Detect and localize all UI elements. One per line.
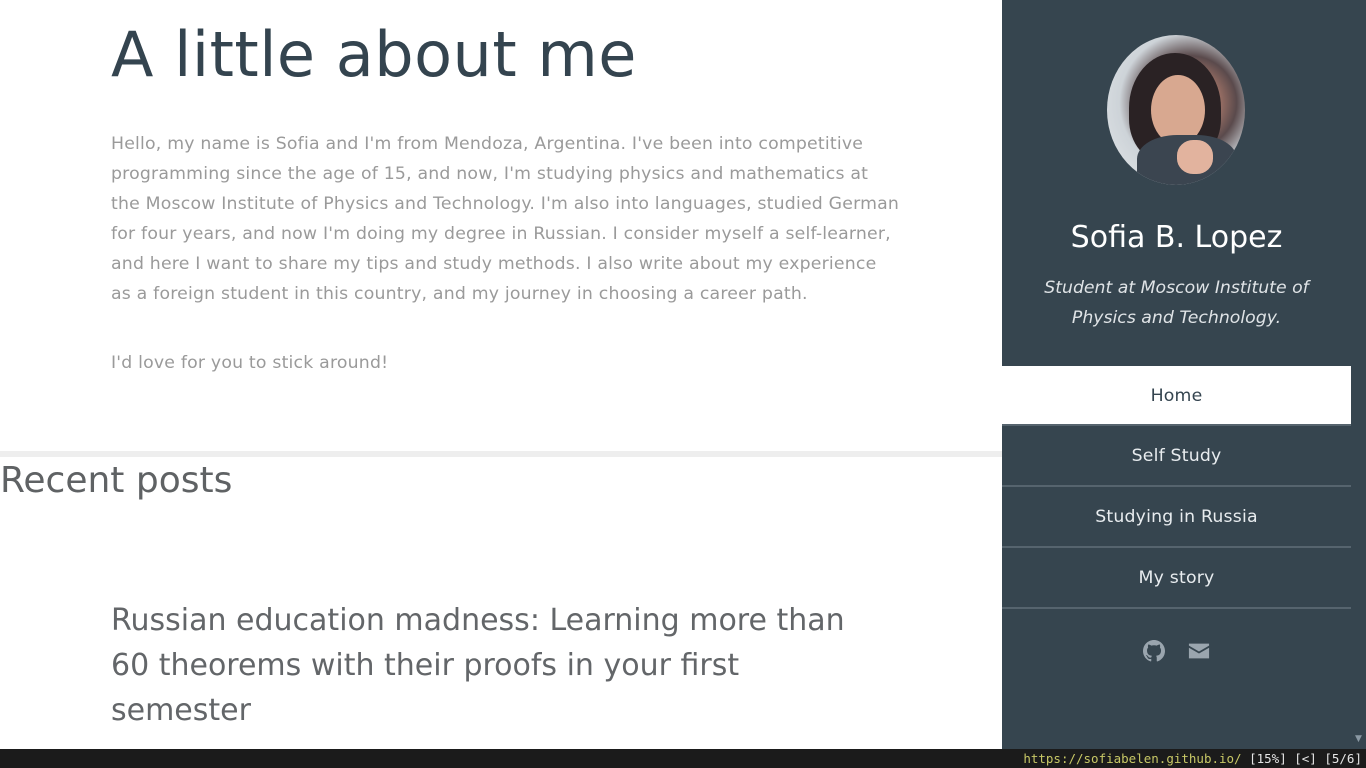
- envelope-icon[interactable]: [1188, 640, 1210, 662]
- avatar: [1107, 35, 1245, 185]
- sidebar-nav: Home Self Study Studying in Russia My st…: [1002, 366, 1351, 609]
- nav-item-studying-in-russia[interactable]: Studying in Russia: [1002, 487, 1351, 548]
- social-links: [1002, 640, 1351, 666]
- recent-posts-title: Recent posts: [0, 460, 233, 501]
- scroll-down-arrow-icon[interactable]: ▼: [1353, 734, 1364, 745]
- profile-name: Sofia B. Lopez: [1070, 220, 1283, 255]
- profile-tagline: Student at Moscow Institute of Physics a…: [1044, 278, 1309, 328]
- status-url: https://sofiabelen.github.io/: [1023, 751, 1242, 766]
- about-outro: I'd love for you to stick around!: [111, 353, 389, 373]
- about-text: Hello, my name is Sofia and I'm from Men…: [111, 134, 900, 304]
- github-icon[interactable]: [1142, 640, 1165, 662]
- section-divider: [0, 451, 1002, 457]
- post-title-link[interactable]: Russian education madness: Learning more…: [111, 598, 881, 733]
- about-title: A little about me: [111, 18, 637, 91]
- main-content: A little about me Hello, my name is Sofi…: [0, 0, 1002, 749]
- nav-item-my-story[interactable]: My story: [1002, 548, 1351, 609]
- status-info: [15%] [<] [5/6]: [1241, 751, 1362, 766]
- browser-statusbar: https://sofiabelen.github.io/ [15%] [<] …: [0, 749, 1366, 768]
- avatar-hand: [1177, 140, 1213, 174]
- sidebar-scrollbar[interactable]: [1351, 0, 1366, 749]
- nav-item-home[interactable]: Home: [1002, 366, 1351, 426]
- nav-item-self-study[interactable]: Self Study: [1002, 426, 1351, 487]
